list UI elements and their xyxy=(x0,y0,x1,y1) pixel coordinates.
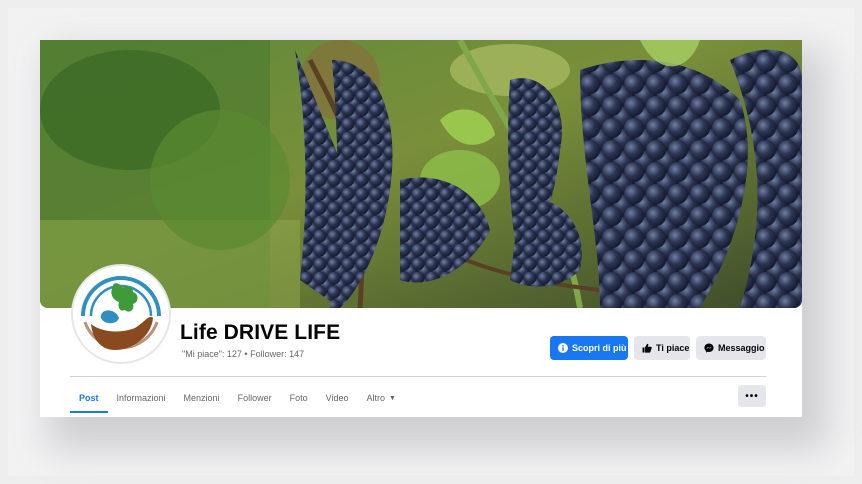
like-button[interactable]: Ti piace xyxy=(634,336,690,360)
thumbs-up-icon xyxy=(642,343,652,353)
page-stats: "Mi piace": 127 • Follower: 147 xyxy=(182,349,305,359)
tab-altro[interactable]: Altro ▼ xyxy=(357,383,404,413)
tab-follower[interactable]: Follower xyxy=(229,383,281,413)
life-drive-life-logo xyxy=(73,266,169,362)
message-button[interactable]: Messaggio xyxy=(696,336,766,360)
header-divider xyxy=(70,376,766,377)
more-options-button[interactable]: ••• xyxy=(738,385,766,407)
message-label: Messaggio xyxy=(718,343,765,353)
like-label: Ti piace xyxy=(656,343,690,353)
tab-informazioni[interactable]: Informazioni xyxy=(108,383,175,413)
messenger-icon xyxy=(704,343,714,353)
page-title: Life DRIVE LIFE xyxy=(180,321,341,344)
tab-post[interactable]: Post xyxy=(70,383,108,413)
page-header-card: Life DRIVE LIFE "Mi piace": 127 • Follow… xyxy=(40,40,802,417)
page-tabs: Post Informazioni Menzioni Follower Foto… xyxy=(70,383,405,413)
learn-more-button[interactable]: Scopri di più xyxy=(550,336,628,360)
tab-foto[interactable]: Foto xyxy=(281,383,317,413)
tab-video[interactable]: Video xyxy=(317,383,358,413)
info-icon xyxy=(558,343,568,353)
tab-menzioni[interactable]: Menzioni xyxy=(175,383,229,413)
page-profile-picture[interactable] xyxy=(71,264,171,364)
caret-down-icon: ▼ xyxy=(388,394,396,402)
learn-more-label: Scopri di più xyxy=(572,343,627,353)
cover-photo-grapes-image xyxy=(40,40,802,308)
cover-photo[interactable] xyxy=(40,40,802,308)
